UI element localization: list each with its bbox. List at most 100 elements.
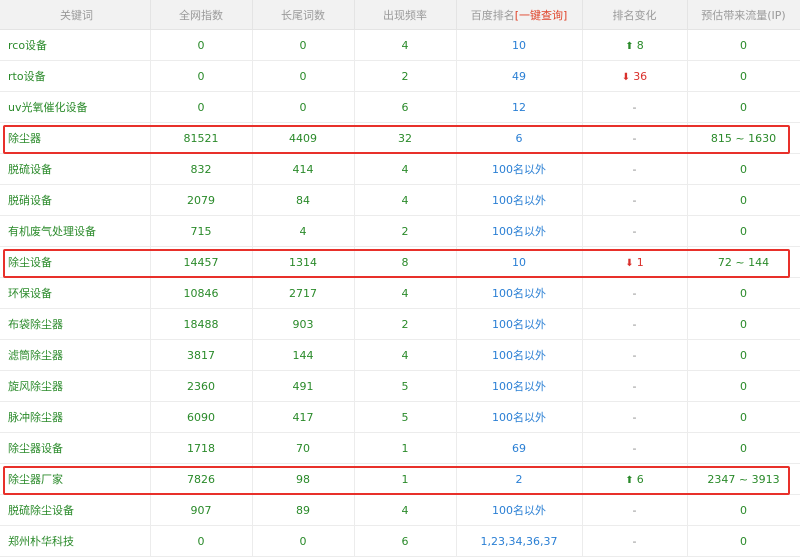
index-cell: 18488 (150, 308, 253, 340)
rank-change-cell: - (582, 308, 688, 340)
frequency-cell: 32 (354, 122, 457, 154)
traffic-cell: 0 (687, 277, 800, 309)
rank-change-cell: ⬆ 8 (582, 29, 688, 61)
table-row: 脱硫除尘设备 907 89 4 100名以外 - 0 (0, 494, 800, 526)
long-tail-cell: 70 (252, 432, 355, 464)
rank-change-value: - (632, 286, 637, 300)
baidu-rank-cell: 1,23,34,36,37 (456, 525, 583, 557)
arrow-down-icon: ⬇ (621, 71, 631, 83)
table-row: 脱硫设备 832 414 4 100名以外 - 0 (0, 153, 800, 185)
keyword-cell: 脱硝设备 (0, 184, 151, 216)
index-cell: 10846 (150, 277, 253, 309)
rank-change-value: - (632, 162, 637, 176)
traffic-cell: 0 (687, 29, 800, 61)
keyword-cell: 滤筒除尘器 (0, 339, 151, 371)
long-tail-cell: 0 (252, 91, 355, 123)
traffic-cell: 0 (687, 401, 800, 433)
frequency-cell: 4 (354, 184, 457, 216)
rank-change-value: - (632, 131, 637, 145)
index-cell: 2360 (150, 370, 253, 402)
table-header-row: 关键词 全网指数 长尾词数 出现频率 百度排名[一键查询] 排名变化 预估带来流… (0, 0, 800, 30)
baidu-rank-cell: 100名以外 (456, 308, 583, 340)
long-tail-cell: 414 (252, 153, 355, 185)
long-tail-cell: 144 (252, 339, 355, 371)
baidu-rank-cell: 100名以外 (456, 401, 583, 433)
table-row: 滤筒除尘器 3817 144 4 100名以外 - 0 (0, 339, 800, 371)
keyword-cell: 除尘器厂家 (0, 463, 151, 495)
rank-change-value: 36 (633, 69, 648, 83)
frequency-cell: 6 (354, 525, 457, 557)
rank-change-cell: - (582, 370, 688, 402)
baidu-rank-cell: 12 (456, 91, 583, 123)
frequency-cell: 4 (354, 494, 457, 526)
baidu-rank-cell: 100名以外 (456, 339, 583, 371)
rank-change-value: - (632, 224, 637, 238)
table-row: 除尘器 81521 4409 32 6 - 815 ~ 1630 (0, 122, 800, 154)
baidu-rank-cell: 100名以外 (456, 153, 583, 185)
long-tail-cell: 0 (252, 29, 355, 61)
baidu-rank-cell: 2 (456, 463, 583, 495)
rank-change-cell: - (582, 215, 688, 247)
index-cell: 0 (150, 91, 253, 123)
arrow-up-icon: ⬆ (625, 474, 634, 486)
baidu-rank-cell: 10 (456, 246, 583, 278)
frequency-cell: 2 (354, 60, 457, 92)
rank-change-cell: - (582, 401, 688, 433)
index-cell: 0 (150, 60, 253, 92)
traffic-cell: 0 (687, 370, 800, 402)
keyword-cell: 除尘器 (0, 122, 151, 154)
table-row: rco设备 0 0 4 10 ⬆ 8 0 (0, 29, 800, 61)
table-row: uv光氧催化设备 0 0 6 12-0 (0, 91, 800, 123)
header-frequency: 出现频率 (354, 0, 457, 30)
rank-change-cell: - (582, 525, 688, 557)
baidu-rank-cell: 49 (456, 60, 583, 92)
long-tail-cell: 98 (252, 463, 355, 495)
rank-change-value: - (632, 317, 637, 331)
traffic-cell: 0 (687, 339, 800, 371)
long-tail-cell: 84 (252, 184, 355, 216)
keyword-cell: rco设备 (0, 29, 151, 61)
header-rank-change: 排名变化 (582, 0, 688, 30)
baidu-rank-cell: 100名以外 (456, 370, 583, 402)
traffic-cell: 0 (687, 494, 800, 526)
table-row: 脉冲除尘器 6090 417 5 100名以外 - 0 (0, 401, 800, 433)
frequency-cell: 1 (354, 463, 457, 495)
rank-change-cell: - (582, 494, 688, 526)
long-tail-cell: 2717 (252, 277, 355, 309)
index-cell: 81521 (150, 122, 253, 154)
keyword-cell: uv光氧催化设备 (0, 91, 151, 123)
header-traffic: 预估带来流量(IP) (687, 0, 800, 30)
traffic-cell: 0 (687, 432, 800, 464)
rank-change-value: - (632, 348, 637, 362)
table-row: 脱硝设备 2079 84 4 100名以外 - 0 (0, 184, 800, 216)
rank-change-value: 6 (636, 472, 644, 486)
long-tail-cell: 4 (252, 215, 355, 247)
arrow-up-icon: ⬆ (625, 40, 634, 52)
keyword-cell: 布袋除尘器 (0, 308, 151, 340)
baidu-rank-cell: 100名以外 (456, 215, 583, 247)
traffic-cell: 0 (687, 91, 800, 123)
rank-change-value: 1 (636, 255, 644, 269)
header-long-tail: 长尾词数 (252, 0, 355, 30)
baidu-rank-cell: 100名以外 (456, 494, 583, 526)
index-cell: 0 (150, 525, 253, 557)
index-cell: 7826 (150, 463, 253, 495)
table-row: 布袋除尘器 18488 903 2 100名以外 - 0 (0, 308, 800, 340)
traffic-cell: 0 (687, 308, 800, 340)
baidu-rank-cell: 69 (456, 432, 583, 464)
index-cell: 14457 (150, 246, 253, 278)
table-row: 郑州朴华科技 0 0 6 1,23,34,36,37-0 (0, 525, 800, 557)
keyword-cell: 有机废气处理设备 (0, 215, 151, 247)
keyword-cell: 脉冲除尘器 (0, 401, 151, 433)
baidu-rank-cell: 10 (456, 29, 583, 61)
rank-change-value: - (632, 534, 637, 548)
traffic-cell: 815 ~ 1630 (687, 122, 800, 154)
one-click-query-link[interactable]: [一键查询] (515, 9, 568, 22)
traffic-cell: 0 (687, 215, 800, 247)
index-cell: 6090 (150, 401, 253, 433)
keyword-cell: rto设备 (0, 60, 151, 92)
keyword-cell: 除尘器设备 (0, 432, 151, 464)
rank-change-cell: - (582, 277, 688, 309)
rank-change-cell: ⬇ 36 (582, 60, 688, 92)
table-row: 旋风除尘器 2360 491 5 100名以外 - 0 (0, 370, 800, 402)
